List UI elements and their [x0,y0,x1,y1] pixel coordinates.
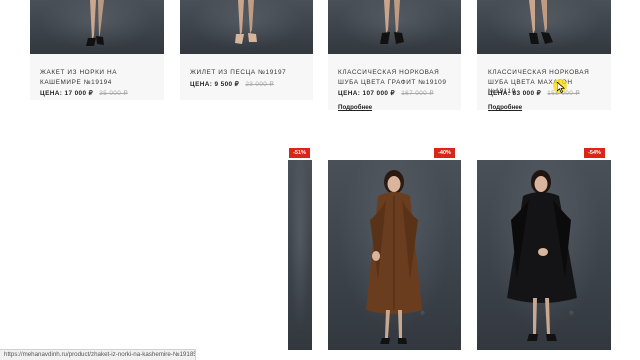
price-label: ЦЕНА: [338,90,361,97]
product-price: ЦЕНА: 107 000 ₽ 167 000 ₽ [338,89,434,97]
product-image-6[interactable]: ❊ [328,160,461,350]
details-link[interactable]: Подробнее [488,104,522,111]
product-image-5[interactable] [288,160,312,350]
model-in-coat-image [366,170,422,344]
product-price: ЦЕНА: 83 000 ₽ 158 000 ₽ [488,89,580,97]
product-image-3[interactable] [328,0,461,54]
model-legs-image [86,0,104,46]
status-bar-url: https://mehanavdinh.ru/product/zhaket-iz… [0,349,196,360]
product-title[interactable]: Классическая норковая шуба цвета графит … [338,68,453,87]
mouse-pointer-icon [557,82,565,93]
watermark: ❊ [569,311,575,317]
product-title[interactable]: Жилет из песца №19197 [190,68,302,78]
current-price: 17 000 ₽ [64,90,94,97]
details-link[interactable]: Подробнее [338,104,372,111]
product-image-7[interactable]: ❊ [477,160,611,350]
price-label: ЦЕНА: [488,90,511,97]
model-legs-image [529,0,553,44]
price-label: ЦЕНА: [190,81,213,88]
old-price: 35 000 ₽ [99,90,128,97]
watermark: ❊ [420,311,426,317]
product-image-2[interactable] [180,0,313,54]
discount-badge: -51% [289,148,310,158]
product-title[interactable]: Жакет из норки на кашемире №19194 [40,68,152,87]
price-label: ЦЕНА: [40,90,63,97]
product-image-4[interactable] [477,0,611,54]
product-price: ЦЕНА: 9 500 ₽ 23 000 ₽ [190,80,274,88]
model-legs-image [235,0,257,44]
current-price: 9 500 ₽ [214,81,240,88]
discount-badge: -54% [584,148,605,158]
old-price: 167 000 ₽ [401,90,434,97]
current-price: 83 000 ₽ [512,90,542,97]
old-price: 23 000 ₽ [245,81,274,88]
product-price: ЦЕНА: 17 000 ₽ 35 000 ₽ [40,89,128,97]
discount-badge: -40% [434,148,455,158]
model-legs-image [380,0,404,44]
model-in-coat-image [507,170,577,341]
product-image-1[interactable] [30,0,164,54]
current-price: 107 000 ₽ [362,90,396,97]
